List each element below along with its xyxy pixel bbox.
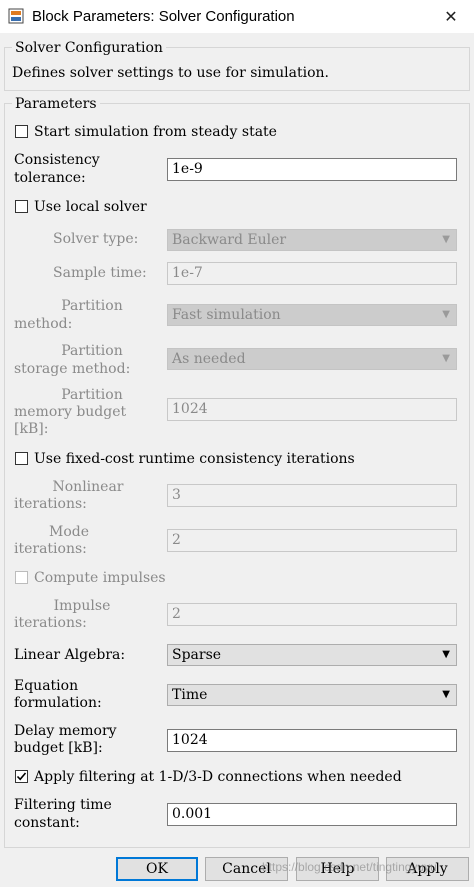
linear-algebra-dropdown[interactable]: Sparse ▼ — [167, 644, 457, 666]
partition-memory-label-3: [kB]: — [14, 421, 49, 437]
fixed-cost-checkbox[interactable] — [15, 452, 28, 465]
chevron-down-icon: ▼ — [442, 689, 450, 700]
start-steady-state-checkbox[interactable] — [15, 125, 28, 138]
impulse-iterations-label-1: Impulse — [53, 598, 111, 614]
nonlinear-iterations-input: 3 — [167, 484, 457, 507]
chevron-down-icon: ▼ — [442, 309, 450, 320]
partition-memory-input: 1024 — [167, 398, 457, 421]
compute-impulses-label: Compute impulses — [34, 570, 166, 586]
window-title: Block Parameters: Solver Configuration — [32, 8, 295, 25]
consistency-tolerance-input[interactable]: 1e-9 — [167, 158, 457, 181]
close-icon: ✕ — [444, 8, 458, 26]
title-bar: Block Parameters: Solver Configuration ✕ — [0, 0, 474, 33]
partition-method-label-2: method: — [14, 316, 73, 332]
delay-memory-input[interactable]: 1024 — [167, 729, 457, 752]
start-steady-state-label: Start simulation from steady state — [34, 124, 277, 140]
sample-time-label: Sample time: — [53, 265, 147, 281]
partition-memory-label-1: Partition — [61, 387, 123, 403]
compute-impulses-checkbox — [15, 571, 28, 584]
linear-algebra-value: Sparse — [172, 647, 222, 663]
simulink-block-icon — [8, 8, 24, 24]
delay-memory-label-1: Delay memory — [14, 723, 117, 739]
ok-button[interactable]: OK — [116, 857, 198, 881]
partition-memory-label-2: memory budget — [14, 404, 127, 420]
consistency-tolerance-label-1: Consistency — [14, 152, 100, 168]
equation-formulation-label-1: Equation — [14, 678, 79, 694]
solver-type-dropdown: Backward Euler ▼ — [167, 229, 457, 251]
partition-method-dropdown: Fast simulation ▼ — [167, 304, 457, 326]
linear-algebra-label: Linear Algebra: — [14, 647, 126, 663]
sample-time-input: 1e-7 — [167, 262, 457, 285]
solver-type-value: Backward Euler — [172, 232, 287, 248]
checkmark-icon — [16, 772, 27, 781]
equation-formulation-label-2: formulation: — [14, 695, 102, 711]
mode-iterations-input: 2 — [167, 529, 457, 552]
mode-iterations-label-2: iterations: — [14, 541, 87, 557]
apply-filtering-checkbox[interactable] — [15, 770, 28, 783]
partition-storage-value: As needed — [172, 351, 246, 367]
partition-method-value: Fast simulation — [172, 307, 281, 323]
partition-storage-label-1: Partition — [61, 343, 123, 359]
impulse-iterations-label-2: iterations: — [14, 615, 87, 631]
compute-impulses-checkbox-row: Compute impulses — [15, 569, 185, 587]
equation-formulation-value: Time — [172, 687, 208, 703]
impulse-iterations-input: 2 — [167, 603, 457, 626]
fixed-cost-checkbox-row[interactable]: Use fixed-cost runtime consistency itera… — [15, 450, 395, 468]
use-local-solver-checkbox-row[interactable]: Use local solver — [15, 198, 175, 216]
filtering-time-label-1: Filtering time — [14, 797, 112, 813]
partition-method-label-1: Partition — [61, 298, 123, 314]
delay-memory-label-2: budget [kB]: — [14, 740, 103, 756]
chevron-down-icon: ▼ — [442, 649, 450, 660]
partition-storage-dropdown: As needed ▼ — [167, 348, 457, 370]
use-local-solver-label: Use local solver — [34, 199, 147, 215]
nonlinear-iterations-label-1: Nonlinear — [52, 479, 124, 495]
apply-filtering-label: Apply filtering at 1-D/3-D connections w… — [34, 769, 402, 785]
chevron-down-icon: ▼ — [442, 234, 450, 245]
filtering-time-label-2: constant: — [14, 815, 80, 831]
parameters-legend: Parameters — [12, 96, 100, 112]
watermark: https://blog.csdn.net/tingtingyuyu — [262, 860, 437, 874]
start-steady-state-checkbox-row[interactable]: Start simulation from steady state — [15, 123, 315, 141]
apply-filtering-checkbox-row[interactable]: Apply filtering at 1-D/3-D connections w… — [15, 768, 435, 786]
description-text: Defines solver settings to use for simul… — [12, 65, 329, 81]
nonlinear-iterations-label-2: iterations: — [14, 496, 87, 512]
fixed-cost-label: Use fixed-cost runtime consistency itera… — [34, 451, 355, 467]
filtering-time-input[interactable]: 0.001 — [167, 803, 457, 826]
chevron-down-icon: ▼ — [442, 353, 450, 364]
consistency-tolerance-label-2: tolerance: — [14, 170, 86, 186]
close-button[interactable]: ✕ — [428, 0, 474, 33]
use-local-solver-checkbox[interactable] — [15, 200, 28, 213]
mode-iterations-label-1: Mode — [48, 524, 89, 540]
equation-formulation-dropdown[interactable]: Time ▼ — [167, 684, 457, 706]
description-legend: Solver Configuration — [12, 40, 166, 56]
solver-type-label: Solver type: — [53, 231, 139, 247]
partition-storage-label-2: storage method: — [14, 361, 131, 377]
